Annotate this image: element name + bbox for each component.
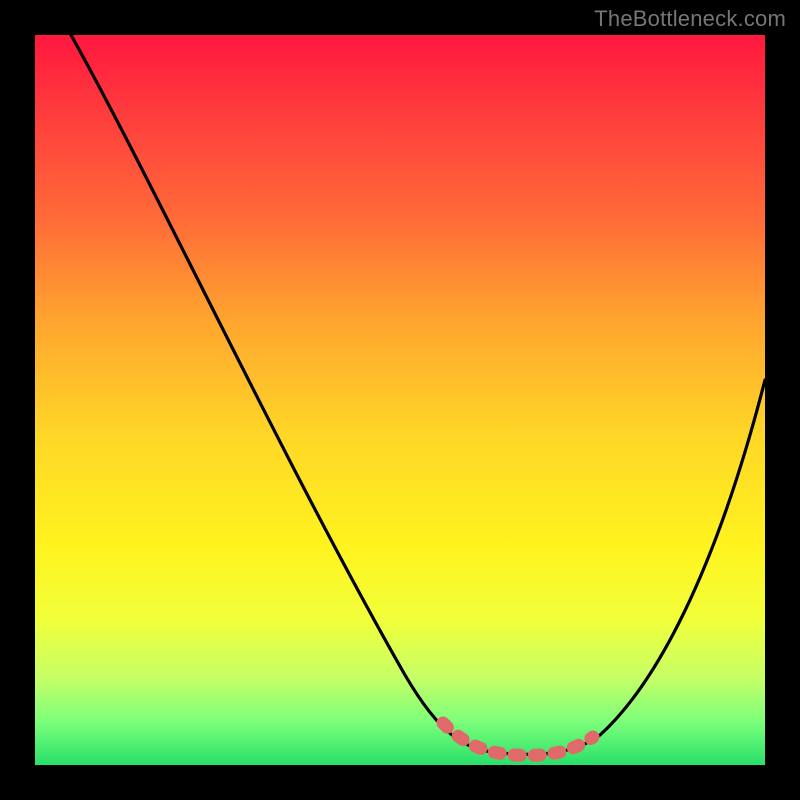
bottleneck-curve <box>71 35 765 754</box>
watermark-text: TheBottleneck.com <box>594 6 786 32</box>
curve-layer <box>35 35 765 765</box>
chart-frame: TheBottleneck.com <box>0 0 800 800</box>
optimal-band <box>443 723 593 755</box>
plot-area <box>35 35 765 765</box>
